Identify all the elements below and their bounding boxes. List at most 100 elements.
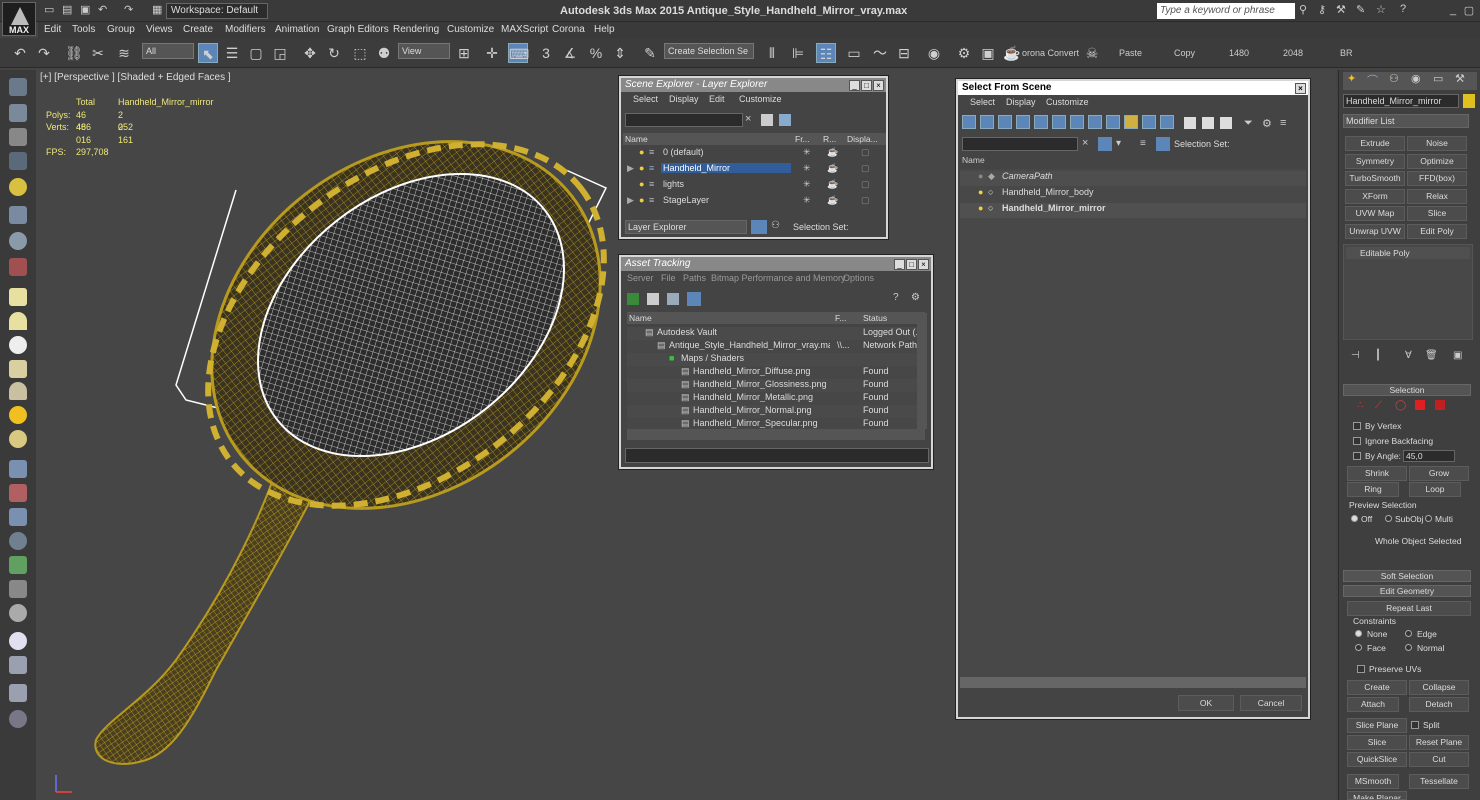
particle-icon[interactable] bbox=[9, 258, 27, 276]
minimize-icon[interactable]: _ bbox=[1446, 4, 1460, 16]
list-icon[interactable] bbox=[9, 128, 27, 146]
containers-filter-icon[interactable] bbox=[1124, 115, 1138, 129]
asset-row[interactable]: ▤ Handheld_Mirror_Normal.png Found bbox=[627, 405, 917, 418]
lights-filter-icon[interactable] bbox=[998, 115, 1012, 129]
lightbulb-icon[interactable]: ● bbox=[639, 147, 644, 157]
configure-sets-icon[interactable]: ▣ bbox=[1453, 350, 1462, 361]
snap-grid-icon[interactable] bbox=[9, 460, 27, 478]
collapse-button[interactable]: Collapse bbox=[1409, 680, 1469, 695]
modify-tab-icon[interactable]: ⌒ bbox=[1367, 72, 1378, 88]
find-case-icon[interactable] bbox=[1098, 137, 1112, 151]
turbosmooth-button[interactable]: TurboSmooth bbox=[1345, 171, 1405, 186]
edit-geometry-rollout[interactable]: Edit Geometry bbox=[1343, 585, 1471, 597]
lightbulb-icon[interactable]: ● bbox=[978, 171, 983, 181]
layer-mode-icon[interactable] bbox=[751, 220, 767, 234]
menu-modifiers[interactable]: Modifiers bbox=[225, 24, 266, 35]
window-crossing-icon[interactable]: ◲ bbox=[270, 43, 290, 63]
angle-spinner[interactable]: 45,0 bbox=[1403, 450, 1455, 462]
create-selection-set-dropdown[interactable]: Create Selection Se bbox=[664, 43, 754, 59]
slice-plane-button[interactable]: Slice Plane bbox=[1347, 718, 1407, 733]
rect-selection-icon[interactable]: ▢ bbox=[246, 43, 266, 63]
new-file-icon[interactable]: ▭ bbox=[44, 3, 54, 19]
select-from-scene-title[interactable]: Select From Scene × bbox=[958, 81, 1308, 95]
communication-icon[interactable]: ✎ bbox=[1356, 3, 1365, 19]
table-view-icon[interactable] bbox=[687, 292, 701, 306]
slice-button[interactable]: Slice bbox=[1347, 735, 1407, 750]
lightbulb-icon[interactable]: ● bbox=[639, 179, 644, 189]
xform-button[interactable]: XForm bbox=[1345, 189, 1405, 204]
border-level-icon[interactable]: ◯ bbox=[1395, 400, 1406, 411]
corona-skull-icon[interactable]: ☠ bbox=[1082, 43, 1102, 63]
object-row[interactable]: ● ◆ CameraPath bbox=[960, 171, 1306, 186]
preview-subobj-radio[interactable] bbox=[1385, 515, 1392, 522]
menu-animation[interactable]: Animation bbox=[275, 24, 319, 35]
menu-options[interactable]: Options bbox=[843, 273, 874, 283]
clear-search-icon[interactable]: × bbox=[745, 113, 751, 125]
list-view-icon[interactable] bbox=[647, 293, 659, 305]
asset-path-field[interactable] bbox=[625, 448, 929, 463]
shapes-filter-icon[interactable] bbox=[980, 115, 994, 129]
menu-graph-editors[interactable]: Graph Editors bbox=[327, 24, 389, 35]
material-icon[interactable] bbox=[9, 632, 27, 650]
remove-modifier-icon[interactable]: 🗑 bbox=[1425, 350, 1438, 361]
rotate-icon[interactable]: ↻ bbox=[324, 43, 344, 63]
uvw-map-button[interactable]: UVW Map bbox=[1345, 206, 1405, 221]
edge-level-icon[interactable]: ⟋ bbox=[1375, 400, 1382, 411]
minimize-icon[interactable]: _ bbox=[894, 259, 905, 270]
show-end-result-icon[interactable]: ┃ bbox=[1375, 350, 1381, 361]
help-icon[interactable]: ? bbox=[893, 292, 899, 303]
ffd-box-button[interactable]: FFD(box) bbox=[1407, 171, 1467, 186]
app-logo[interactable]: MAX bbox=[2, 2, 36, 36]
cone-icon[interactable] bbox=[9, 382, 27, 400]
scale-icon[interactable]: ⬚ bbox=[350, 43, 370, 63]
menu-select[interactable]: Select bbox=[633, 94, 658, 104]
spacewarps-filter-icon[interactable] bbox=[1052, 115, 1066, 129]
snaps-toggle-icon[interactable]: 3 bbox=[536, 43, 556, 63]
geometry-filter-icon[interactable] bbox=[962, 115, 976, 129]
material-editor-icon[interactable]: ◉ bbox=[924, 43, 944, 63]
render-icon[interactable] bbox=[9, 104, 27, 122]
unwrap-uvw-button[interactable]: Unwrap UVW bbox=[1345, 224, 1405, 239]
help-circle-icon[interactable] bbox=[9, 710, 27, 728]
select-by-name-icon[interactable]: ☰ bbox=[222, 43, 242, 63]
modifier-list-dropdown[interactable]: Modifier List bbox=[1343, 114, 1469, 128]
hemisphere-icon[interactable] bbox=[9, 312, 27, 330]
hidden-filter-icon[interactable] bbox=[1160, 115, 1174, 129]
cancel-button[interactable]: Cancel bbox=[1240, 695, 1302, 711]
lightbulb-icon[interactable]: ● bbox=[639, 163, 644, 173]
layer-row[interactable]: ▶ ● ≡ Handheld_Mirror ✳ ☕ ▢ bbox=[621, 163, 886, 178]
light-icon[interactable] bbox=[9, 178, 27, 196]
plant-icon[interactable] bbox=[9, 556, 27, 574]
expand-icon[interactable]: ▶ bbox=[627, 163, 634, 174]
asset-tracking-title[interactable]: Asset Tracking _ □ × bbox=[621, 257, 931, 271]
align-icon[interactable]: ⊫ bbox=[788, 43, 808, 63]
soft-selection-rollout[interactable]: Soft Selection bbox=[1343, 570, 1471, 582]
make-unique-icon[interactable]: ∀ bbox=[1405, 350, 1412, 361]
asset-row[interactable]: ▤ Handheld_Mirror_Diffuse.png Found bbox=[627, 366, 917, 379]
hierarchy-tab-icon[interactable]: ⚇ bbox=[1389, 72, 1399, 85]
stack-item-editable-poly[interactable]: Editable Poly bbox=[1346, 247, 1470, 259]
menu-paths[interactable]: Paths bbox=[683, 273, 706, 283]
layer-row[interactable]: ▶ ● ≡ StageLayer ✳ ☕ ▢ bbox=[621, 195, 886, 210]
layers-icon[interactable]: ≡ bbox=[1140, 138, 1146, 149]
options-icon[interactable]: ≡ bbox=[1280, 117, 1286, 129]
split-checkbox[interactable] bbox=[1411, 721, 1419, 729]
helper-icon[interactable] bbox=[9, 206, 27, 224]
menu-create[interactable]: Create bbox=[183, 24, 213, 35]
display-tab-icon[interactable]: ▭ bbox=[1433, 72, 1443, 85]
detach-button[interactable]: Detach bbox=[1409, 697, 1469, 712]
utilities-tab-icon[interactable]: ⚒ bbox=[1455, 72, 1465, 85]
bones-filter-icon[interactable] bbox=[1106, 115, 1120, 129]
frozen-filter-icon[interactable] bbox=[1142, 115, 1156, 129]
display-box-icon[interactable]: ▢ bbox=[861, 163, 870, 174]
keyboard-shortcut-icon[interactable]: ⌨ bbox=[508, 43, 529, 63]
sun-icon[interactable] bbox=[9, 406, 27, 424]
freeze-icon[interactable]: ✳ bbox=[803, 147, 811, 158]
reference-coord-dropdown[interactable]: View bbox=[398, 43, 450, 59]
filter-funnel-icon[interactable]: ⏷ bbox=[1244, 117, 1253, 130]
object-row[interactable]: ● ○ Handheld_Mirror_body bbox=[960, 187, 1306, 202]
preview-multi-radio[interactable] bbox=[1425, 515, 1432, 522]
lightbulb-icon[interactable]: ● bbox=[639, 195, 644, 205]
slice-modifier-button[interactable]: Slice bbox=[1407, 206, 1467, 221]
mirror-icon[interactable]: ⫴ bbox=[762, 43, 782, 63]
